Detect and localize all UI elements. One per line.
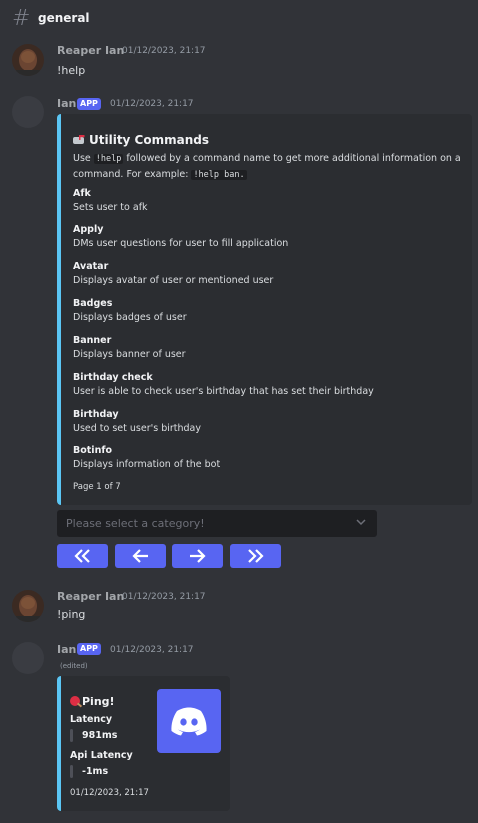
embed-field: Birthday Used to set user's birthday bbox=[73, 409, 201, 434]
field-name: Botinfo bbox=[73, 445, 112, 456]
username[interactable]: Ian bbox=[57, 97, 76, 110]
embed-field: Apply DMs user questions for user to fil… bbox=[73, 224, 288, 249]
avatar[interactable] bbox=[12, 44, 44, 76]
discord-logo-icon bbox=[171, 707, 207, 736]
last-page-button[interactable] bbox=[230, 544, 281, 568]
channel-name[interactable]: general bbox=[38, 11, 90, 25]
timestamp: 01/12/2023, 21:17 bbox=[110, 99, 194, 109]
embed-footer: 01/12/2023, 21:17 bbox=[70, 788, 149, 798]
description-text: Use bbox=[73, 153, 94, 164]
hash-icon: # bbox=[12, 6, 31, 31]
username[interactable]: Reaper Ian bbox=[57, 590, 124, 603]
message-text: !help bbox=[57, 64, 86, 77]
inline-code: !help ban. bbox=[191, 170, 247, 180]
select-placeholder: Please select a category! bbox=[66, 517, 205, 530]
next-page-button[interactable] bbox=[172, 544, 223, 568]
app-badge: APP bbox=[77, 643, 101, 655]
avatar[interactable] bbox=[12, 96, 44, 128]
field-value: 981ms bbox=[82, 730, 118, 741]
category-select[interactable]: Please select a category! bbox=[57, 510, 377, 537]
avatar[interactable] bbox=[12, 642, 44, 674]
username[interactable]: Reaper Ian bbox=[57, 44, 124, 57]
quote-bar bbox=[70, 729, 73, 742]
channel-header: # general bbox=[0, 0, 478, 36]
edited-label: (edited) bbox=[60, 662, 88, 670]
field-name: Api Latency bbox=[70, 750, 133, 761]
discord-logo-thumbnail[interactable] bbox=[157, 689, 221, 753]
field-value: Displays banner of user bbox=[73, 349, 186, 360]
quote-bar bbox=[70, 765, 73, 778]
field-name: Birthday check bbox=[73, 372, 153, 383]
username[interactable]: Ian bbox=[57, 643, 76, 656]
embed-field: Badges Displays badges of user bbox=[73, 298, 187, 323]
embed-field: Afk Sets user to afk bbox=[73, 188, 148, 213]
field-value: Used to set user's birthday bbox=[73, 423, 201, 434]
field-value: Displays badges of user bbox=[73, 312, 187, 323]
double-chevron-left-icon bbox=[74, 549, 90, 563]
embed-description: Use !help followed by a command name to … bbox=[73, 151, 471, 183]
mailbox-icon bbox=[73, 130, 86, 144]
embed-field: Banner Displays banner of user bbox=[73, 335, 186, 360]
timestamp: 01/12/2023, 21:17 bbox=[110, 645, 194, 655]
embed-field: Botinfo Displays information of the bot bbox=[73, 445, 220, 470]
embed-title-row: Utility Commands bbox=[73, 129, 209, 148]
embed-title: Ping! bbox=[82, 695, 115, 708]
inline-code: !help bbox=[93, 154, 124, 164]
app-badge: APP bbox=[77, 98, 101, 110]
ping-embed: Ping! Latency 981ms Api Latency -1ms 01/… bbox=[57, 676, 230, 811]
ping-title-row: Ping! bbox=[70, 690, 115, 709]
chevron-down-icon bbox=[356, 519, 366, 526]
ping-pong-icon bbox=[70, 696, 80, 706]
timestamp: 01/12/2023, 21:17 bbox=[122, 592, 206, 602]
field-value: User is able to check user's birthday th… bbox=[73, 386, 374, 397]
field-value: Displays information of the bot bbox=[73, 459, 221, 470]
field-name: Apply bbox=[73, 224, 104, 235]
double-chevron-right-icon bbox=[248, 549, 264, 563]
field-name: Badges bbox=[73, 298, 113, 309]
field-name: Birthday bbox=[73, 409, 119, 420]
field-name: Afk bbox=[73, 188, 91, 199]
field-name: Banner bbox=[73, 335, 112, 346]
field-name: Avatar bbox=[73, 261, 109, 272]
description-text: followed by a command name to get more a… bbox=[73, 153, 461, 180]
first-page-button[interactable] bbox=[57, 544, 108, 568]
message-text: !ping bbox=[57, 608, 86, 621]
previous-page-button[interactable] bbox=[115, 544, 166, 568]
field-value: -1ms bbox=[82, 766, 109, 777]
embed-footer: Page 1 of 7 bbox=[73, 482, 121, 492]
field-value: Displays avatar of user or mentioned use… bbox=[73, 275, 274, 286]
embed-field: Avatar Displays avatar of user or mentio… bbox=[73, 261, 273, 286]
embed-title: Utility Commands bbox=[89, 133, 209, 147]
field-name: Latency bbox=[70, 714, 113, 725]
help-embed: Utility Commands Use !help followed by a… bbox=[57, 114, 472, 505]
arrow-left-icon bbox=[132, 549, 148, 563]
avatar[interactable] bbox=[12, 590, 44, 622]
field-value: DMs user questions for user to fill appl… bbox=[73, 238, 289, 249]
embed-field: Birthday check User is able to check use… bbox=[73, 372, 374, 397]
arrow-right-icon bbox=[190, 549, 206, 563]
timestamp: 01/12/2023, 21:17 bbox=[122, 46, 206, 56]
field-value: Sets user to afk bbox=[73, 202, 148, 213]
